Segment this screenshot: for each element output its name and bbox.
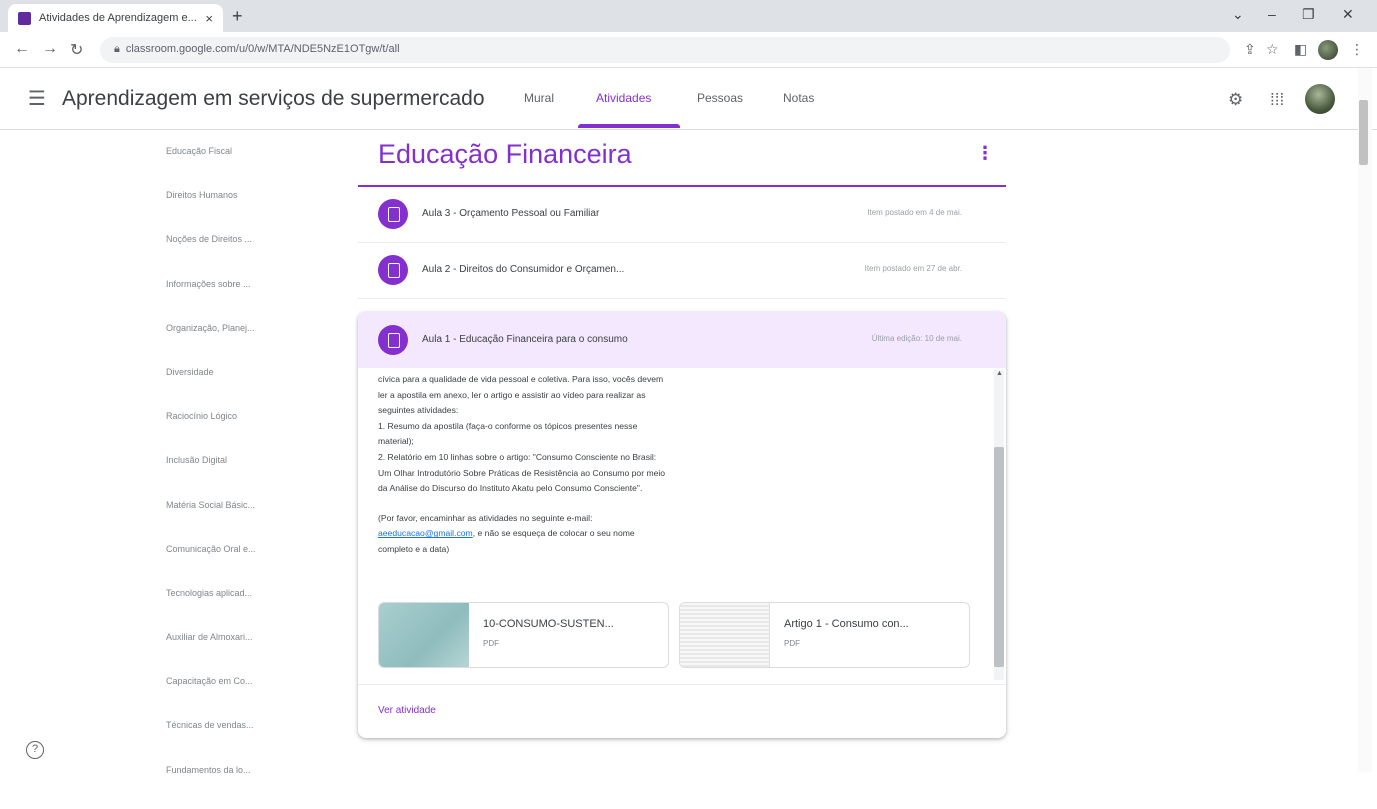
description-line: (Por favor, encaminhar as atividades no … — [378, 512, 593, 523]
assignment-icon — [378, 255, 408, 285]
user-avatar[interactable] — [1305, 84, 1335, 114]
sidebar-topic[interactable]: Educação Fiscal — [166, 146, 336, 190]
description-line: 1. Resumo da apostila (faça-o conforme o… — [378, 420, 638, 431]
sidebar-topic[interactable]: Organização, Planej... — [166, 323, 336, 367]
sidebar-topic[interactable]: Capacitação em Co... — [166, 676, 336, 720]
sidebar-topic[interactable]: Comunicação Oral e... — [166, 544, 336, 588]
attachment-card[interactable]: 10-CONSUMO-SUSTEN... PDF — [378, 602, 669, 668]
scroll-up-arrow-icon[interactable]: ▲ — [996, 370, 1003, 377]
attachment-card[interactable]: Artigo 1 - Consumo con... PDF — [679, 602, 970, 668]
description-line: aeeducacao@gmail.com, e não se esqueça d… — [378, 526, 758, 542]
assignment-title: Aula 3 - Orçamento Pessoal ou Familiar — [422, 208, 600, 219]
browser-menu-icon[interactable]: ⋮ — [1350, 41, 1364, 58]
assignment-date: Item postado em 27 de abr. — [864, 264, 962, 273]
attachment-type: PDF — [483, 639, 499, 648]
settings-gear-icon[interactable]: ⚙ — [1228, 90, 1243, 110]
description-line: completo e a data) — [378, 543, 450, 554]
expanded-assignment-header[interactable]: Aula 1 - Educação Financeira para o cons… — [358, 312, 1006, 368]
description-scroll-thumb[interactable] — [994, 447, 1004, 667]
classroom-favicon-icon — [18, 11, 31, 25]
assignment-title: Aula 1 - Educação Financeira para o cons… — [422, 334, 628, 345]
sidebar-topic[interactable]: Técnicas de vendas... — [166, 720, 336, 764]
assignment-row[interactable]: Aula 3 - Orçamento Pessoal ou Familiar I… — [358, 187, 1006, 243]
address-bar[interactable]: 🔒︎ classroom.google.com/u/0/w/MTA/NDE5NzE… — [100, 37, 1230, 63]
browser-toolbar: ← → ↻ 🔒︎ classroom.google.com/u/0/w/MTA/N… — [0, 32, 1377, 68]
tab-search-icon[interactable]: ⌄ — [1232, 6, 1244, 23]
description-line: 2. Relatório em 10 linhas sobre o artigo… — [378, 451, 657, 462]
page-scrollbar[interactable] — [1358, 68, 1372, 772]
back-icon[interactable]: ← — [14, 40, 30, 58]
attachment-type: PDF — [784, 639, 800, 648]
classroom-header: ☰ Aprendizagem em serviços de supermerca… — [0, 68, 1377, 130]
restore-icon[interactable]: ❐ — [1302, 6, 1315, 23]
tab-atividades[interactable]: Atividades — [596, 91, 651, 105]
new-tab-button[interactable]: + — [232, 6, 243, 27]
pdf-thumbnail — [680, 603, 770, 667]
main-menu-icon[interactable]: ☰ — [28, 86, 46, 111]
attachment-name: 10-CONSUMO-SUSTEN... — [483, 618, 614, 630]
tab-pessoas[interactable]: Pessoas — [697, 91, 743, 105]
reload-icon[interactable]: ↻ — [70, 40, 83, 60]
attachment-name: Artigo 1 - Consumo con... — [784, 618, 909, 630]
share-icon[interactable]: ⇪ — [1244, 41, 1256, 58]
view-assignment-link[interactable]: Ver atividade — [378, 705, 436, 716]
sidebar-topic[interactable]: Informações sobre ... — [166, 279, 336, 323]
bookmark-star-icon[interactable]: ☆ — [1266, 41, 1279, 58]
forward-icon[interactable]: → — [42, 40, 58, 58]
topic-more-options-icon[interactable]: ⋮ — [976, 143, 994, 164]
browser-tab-bar: Atividades de Aprendizagem e... × + ⌄ – … — [0, 0, 1377, 32]
assignment-icon — [378, 199, 408, 229]
sidebar-topic[interactable]: Direitos Humanos — [166, 190, 336, 234]
browser-tab-title: Atividades de Aprendizagem e... — [39, 12, 197, 24]
tab-notas[interactable]: Notas — [783, 91, 814, 105]
lock-icon: 🔒︎ — [114, 43, 120, 55]
url-text: classroom.google.com/u/0/w/MTA/NDE5NzE1O… — [125, 43, 400, 55]
sidebar-topic[interactable]: Matéria Social Básic... — [166, 500, 336, 544]
help-icon[interactable]: ? — [26, 741, 44, 759]
sidebar-topic[interactable]: Auxiliar de Almoxari... — [166, 632, 336, 676]
side-panel-icon[interactable]: ◧ — [1294, 41, 1307, 58]
description-line: ler a apostila em anexo, ler o artigo e … — [378, 389, 646, 400]
course-title[interactable]: Aprendizagem em serviços de supermercado — [62, 87, 485, 111]
assignment-icon — [378, 325, 408, 355]
apps-grid-icon[interactable]: ⁞⁞⁞ — [1270, 90, 1284, 110]
page-scroll-thumb[interactable] — [1359, 100, 1368, 165]
email-link[interactable]: aeeducacao@gmail.com — [378, 528, 473, 538]
assignment-title: Aula 2 - Direitos do Consumidor e Orçame… — [422, 264, 625, 275]
assignment-date: Item postado em 4 de mai. — [867, 208, 962, 217]
description-line: seguintes atividades: — [378, 405, 459, 416]
assignment-row[interactable]: Aula 2 - Direitos do Consumidor e Orçame… — [358, 243, 1006, 299]
description-line: cívica para a qualidade de vida pessoal … — [378, 374, 664, 384]
description-text: , e não se esqueça de colocar o seu nome — [472, 528, 635, 539]
sidebar-topic[interactable]: Diversidade — [166, 367, 336, 411]
sidebar-topic[interactable]: Inclusão Digital — [166, 455, 336, 499]
sidebar-topic[interactable]: Raciocínio Lógico — [166, 411, 336, 455]
close-tab-icon[interactable]: × — [205, 11, 213, 26]
sidebar-topic[interactable]: Fundamentos da lo... — [166, 765, 336, 809]
pdf-thumbnail — [379, 603, 469, 667]
close-window-icon[interactable]: ✕ — [1342, 6, 1354, 23]
description-line: Um Olhar Introdutório Sobre Práticas de … — [378, 467, 666, 478]
assignment-description: cívica para a qualidade de vida pessoal … — [378, 372, 758, 558]
sidebar-topic[interactable]: Tecnologias aplicad... — [166, 588, 336, 632]
expanded-assignment-card: Aula 1 - Educação Financeira para o cons… — [358, 312, 1006, 738]
description-line: material); — [378, 436, 414, 447]
browser-tab[interactable]: Atividades de Aprendizagem e... × — [8, 4, 223, 32]
browser-profile-avatar[interactable] — [1318, 40, 1338, 60]
sidebar-topic[interactable]: Noções de Direitos ... — [166, 234, 336, 278]
topic-title: Educação Financeira — [378, 139, 632, 169]
assignment-edited-date: Última edição: 10 de mai. — [871, 334, 962, 343]
tab-mural[interactable]: Mural — [524, 91, 554, 105]
description-line: da Análise do Discurso do Instituto Akat… — [378, 483, 643, 494]
active-tab-indicator — [578, 124, 680, 128]
minimize-icon[interactable]: – — [1268, 6, 1276, 22]
card-footer: Ver atividade — [358, 684, 1006, 738]
topics-sidebar: Educação Fiscal Direitos Humanos Noções … — [166, 146, 336, 809]
